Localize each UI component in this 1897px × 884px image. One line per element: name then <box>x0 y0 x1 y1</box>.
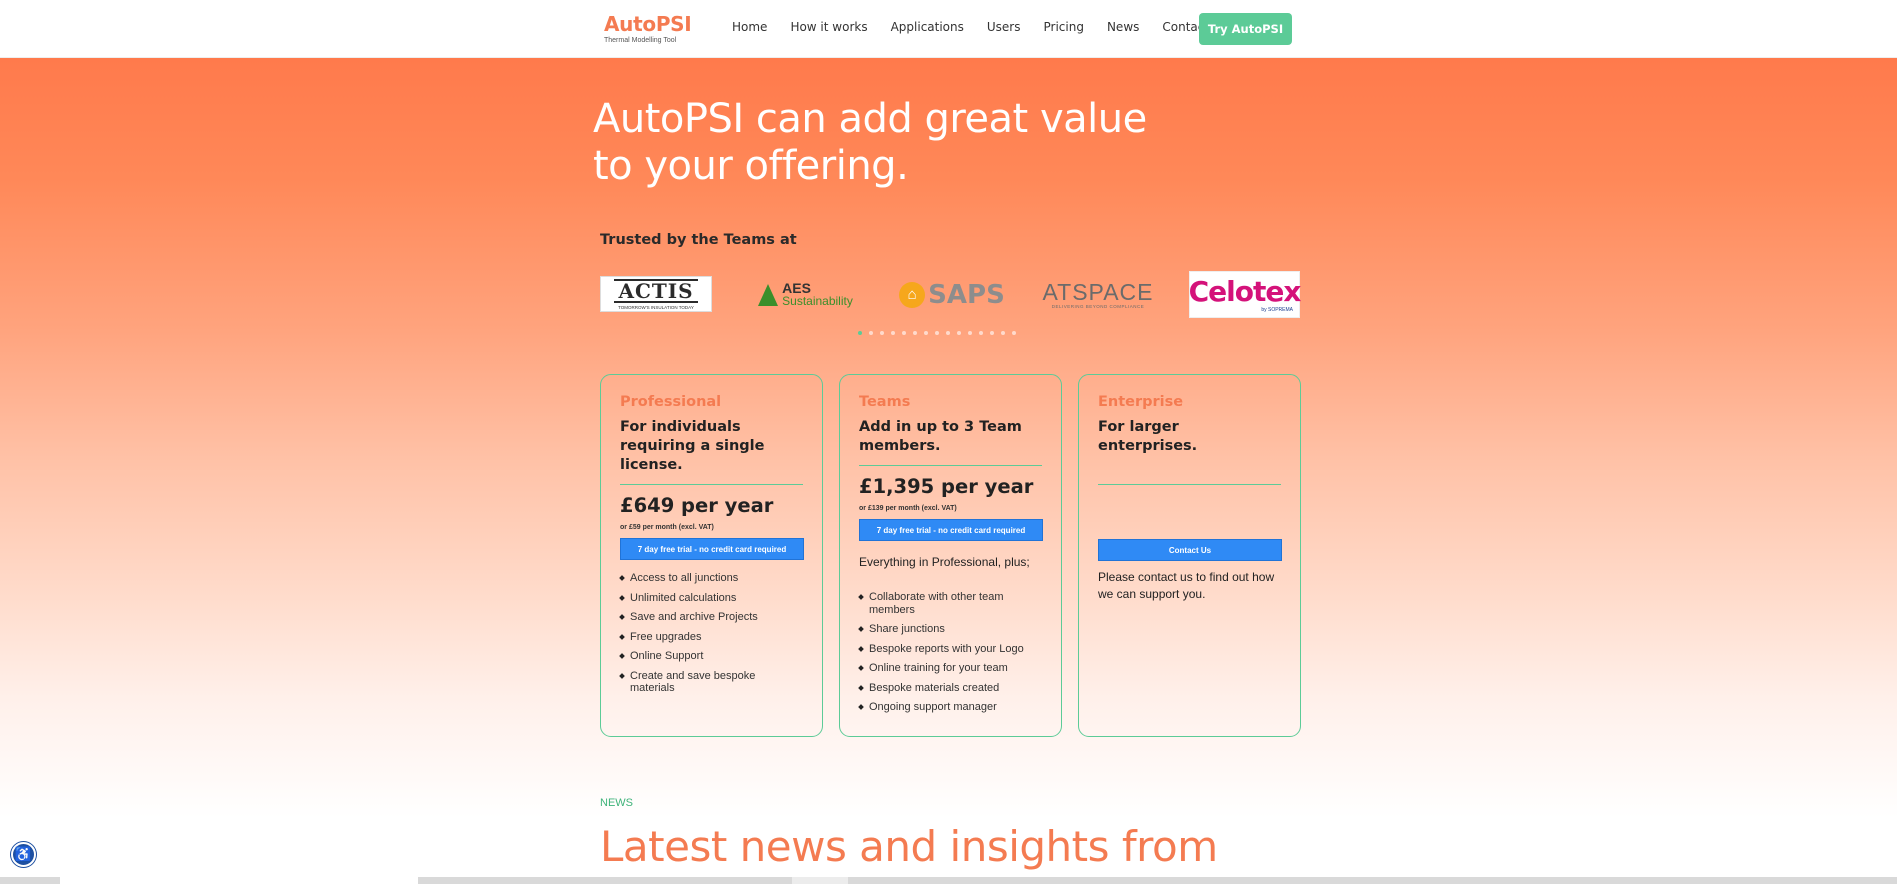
plan-card-professional: Professional For individuals requiring a… <box>600 374 823 737</box>
plan-price: £649 per year <box>620 494 774 517</box>
divider <box>620 484 803 485</box>
plan-card-enterprise: Enterprise For larger enterprises. Conta… <box>1078 374 1301 737</box>
list-item: Unlimited calculations <box>620 592 803 605</box>
news-title: Latest news and insights from <box>600 822 1218 871</box>
aes-logo: AES Sustainability <box>748 271 863 318</box>
aes-mark-icon <box>758 283 779 306</box>
plan-description: Add in up to 3 Team members. <box>859 419 1022 454</box>
list-item: Create and save bespoke materials <box>620 670 803 695</box>
carousel-dot[interactable] <box>913 331 917 335</box>
logo-tagline: Thermal Modelling Tool <box>604 37 677 44</box>
carousel-dot[interactable] <box>946 331 950 335</box>
list-item: Online Support <box>620 650 803 663</box>
celotex-logo-sub: by SOPREMA <box>1261 306 1293 313</box>
carousel-dot[interactable] <box>968 331 972 335</box>
plan-description: For larger enterprises. <box>1098 419 1198 454</box>
list-item: Save and archive Projects <box>620 611 803 624</box>
carousel-dot[interactable] <box>869 331 873 335</box>
aes-logo-sub: Sustainability <box>782 293 853 308</box>
carousel-dot[interactable] <box>957 331 961 335</box>
plan-description: For individuals requiring a single licen… <box>620 419 765 473</box>
news-eyebrow: NEWS <box>600 797 633 809</box>
contact-us-button[interactable]: Contact Us <box>1098 539 1282 561</box>
list-item: Ongoing support manager <box>859 701 1042 714</box>
free-trial-button[interactable]: 7 day free trial - no credit card requir… <box>859 519 1043 541</box>
actis-logo: ACTIS TOMORROW'S INSULATION TODAY <box>600 276 712 312</box>
feature-list: Access to all junctions Unlimited calcul… <box>620 572 803 695</box>
free-trial-button[interactable]: 7 day free trial - no credit card requir… <box>620 538 804 560</box>
nav-pricing[interactable]: Pricing <box>1044 20 1084 34</box>
carousel-dot[interactable] <box>1012 331 1016 335</box>
celotex-logo: Celotex by SOPREMA <box>1188 271 1302 318</box>
plan-intro: Everything in Professional, plus; <box>859 555 1030 569</box>
carousel-dot[interactable] <box>924 331 928 335</box>
carousel-dot[interactable] <box>880 331 884 335</box>
logo-name: AutoPSI <box>604 12 692 36</box>
aes-logo-text-group: AES Sustainability <box>782 279 853 308</box>
atspace-logo-text: ATSPACE <box>1042 279 1154 305</box>
bottom-strip-panel <box>792 877 848 884</box>
list-item: Access to all junctions <box>620 572 803 585</box>
plan-name: Professional <box>620 394 722 410</box>
nav-news[interactable]: News <box>1107 20 1139 34</box>
list-item: Collaborate with other team members <box>859 591 1042 616</box>
saps-logo: ⌂ SAPS <box>897 271 1007 318</box>
bottom-strip-panel <box>60 877 418 884</box>
saps-logo-text: SAPS <box>928 279 1005 310</box>
try-autopsi-button[interactable]: Try AutoPSI <box>1199 13 1292 45</box>
atspace-logo: ATSPACE DELIVERING BEYOND COMPLIANCE <box>1042 271 1154 318</box>
carousel-dot[interactable] <box>1001 331 1005 335</box>
site-header: AutoPSI Thermal Modelling Tool Home How … <box>0 0 1897 58</box>
divider <box>859 465 1042 466</box>
accessibility-icon[interactable]: ♿ <box>11 842 36 867</box>
contact-text: Please contact us to find out how we can… <box>1098 570 1275 601</box>
plan-price: £1,395 per year <box>859 475 1034 498</box>
carousel-dot[interactable] <box>990 331 994 335</box>
list-item: Bespoke reports with your Logo <box>859 643 1042 656</box>
actis-logo-sub: TOMORROW'S INSULATION TODAY <box>618 304 694 310</box>
feature-list: Collaborate with other team members Shar… <box>859 591 1042 714</box>
plan-monthly-price: or £139 per month (excl. VAT) <box>859 505 957 512</box>
site-logo[interactable]: AutoPSI Thermal Modelling Tool <box>604 12 692 44</box>
divider <box>1098 484 1281 485</box>
nav-how-it-works[interactable]: How it works <box>790 20 867 34</box>
hero-title: AutoPSI can add great value to your offe… <box>593 96 1147 189</box>
list-item: Free upgrades <box>620 631 803 644</box>
plan-name: Enterprise <box>1098 394 1184 410</box>
nav-users[interactable]: Users <box>987 20 1021 34</box>
bottom-strip <box>0 877 1897 884</box>
trusted-label: Trusted by the Teams at <box>600 232 797 248</box>
carousel-dot[interactable] <box>902 331 906 335</box>
atspace-logo-sub: DELIVERING BEYOND COMPLIANCE <box>1051 304 1145 309</box>
nav-home[interactable]: Home <box>732 20 767 34</box>
carousel-dot[interactable] <box>935 331 939 335</box>
carousel-dot[interactable] <box>891 331 895 335</box>
list-item: Bespoke materials created <box>859 682 1042 695</box>
plan-monthly-price: or £59 per month (excl. VAT) <box>620 524 714 531</box>
carousel-dots <box>858 331 1016 335</box>
nav-applications[interactable]: Applications <box>891 20 964 34</box>
carousel-dot[interactable] <box>979 331 983 335</box>
plan-card-teams: Teams Add in up to 3 Team members. £1,39… <box>839 374 1062 737</box>
carousel-dot[interactable] <box>858 331 862 335</box>
celotex-logo-text: Celotex <box>1188 274 1302 308</box>
actis-logo-text: ACTIS <box>614 278 698 303</box>
list-item: Share junctions <box>859 623 1042 636</box>
main-nav: Home How it works Applications Users Pri… <box>732 20 1209 34</box>
house-icon: ⌂ <box>899 281 926 308</box>
list-item: Online training for your team <box>859 662 1042 675</box>
aes-logo-text: AES <box>782 279 811 296</box>
plan-name: Teams <box>859 394 911 410</box>
